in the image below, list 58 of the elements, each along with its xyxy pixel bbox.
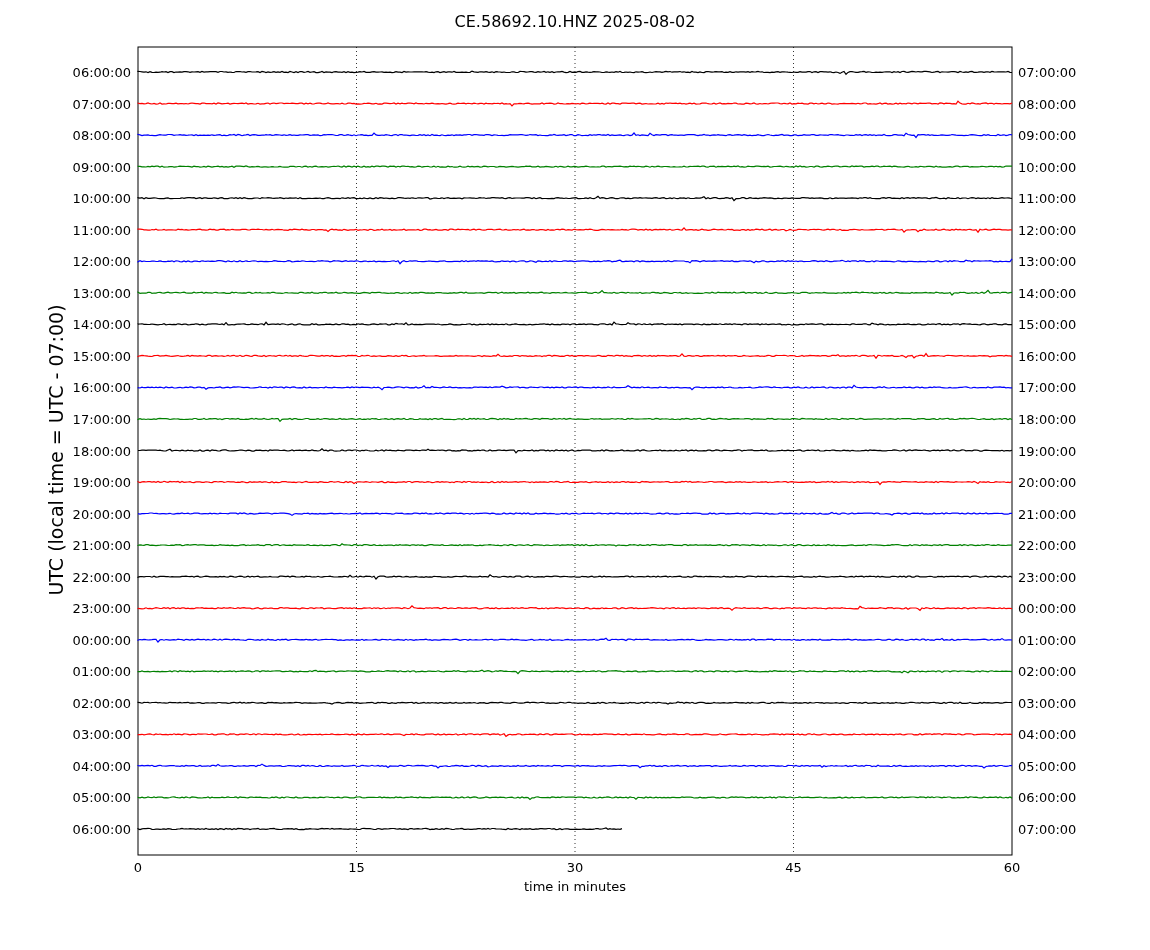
local-hour-label: 03:00:00 [1018, 695, 1077, 711]
utc-hour-label: 02:00:00 [72, 695, 131, 711]
utc-hour-label: 03:00:00 [72, 727, 131, 743]
utc-hour-label: 00:00:00 [72, 632, 131, 648]
utc-hour-label: 23:00:00 [72, 601, 131, 617]
utc-hour-label: 06:00:00 [72, 65, 131, 80]
local-hour-label: 01:00:00 [1018, 632, 1077, 648]
local-hour-label: 17:00:00 [1018, 380, 1077, 396]
utc-hour-label: 07:00:00 [72, 96, 131, 112]
utc-hour-label: 19:00:00 [72, 475, 131, 491]
utc-hour-label: 16:00:00 [72, 380, 131, 396]
local-hour-label: 19:00:00 [1018, 443, 1077, 459]
utc-hour-label: 14:00:00 [72, 317, 131, 333]
local-hour-label: 13:00:00 [1018, 254, 1077, 270]
local-hour-label: 09:00:00 [1018, 128, 1077, 144]
local-hour-label: 04:00:00 [1018, 727, 1077, 743]
local-hour-label: 02:00:00 [1018, 664, 1077, 680]
x-tick-label: 15 [348, 860, 365, 875]
utc-hour-label: 06:00:00 [72, 822, 131, 837]
local-hour-label: 08:00:00 [1018, 96, 1077, 112]
local-hour-label: 18:00:00 [1018, 411, 1077, 427]
local-hour-label: 15:00:00 [1018, 317, 1077, 333]
x-axis-label: time in minutes [523, 879, 627, 894]
plot-title: CE.58692.10.HNZ 2025-08-02 [454, 12, 696, 31]
utc-hour-label: 20:00:00 [72, 506, 131, 522]
utc-hour-label: 21:00:00 [72, 538, 131, 554]
y-axis-label: UTC (local time = UTC - 07:00) [45, 304, 67, 596]
utc-hour-label: 17:00:00 [72, 411, 131, 427]
utc-hour-label: 11:00:00 [72, 222, 131, 238]
local-hour-label: 11:00:00 [1018, 191, 1077, 207]
local-hour-label: 22:00:00 [1018, 538, 1077, 554]
utc-hour-label: 12:00:00 [72, 254, 131, 270]
local-hour-label: 06:00:00 [1018, 790, 1077, 806]
local-hour-label: 10:00:00 [1018, 159, 1077, 175]
utc-hour-label: 10:00:00 [72, 191, 131, 207]
utc-hour-label: 13:00:00 [72, 285, 131, 301]
utc-hour-label: 15:00:00 [72, 348, 131, 364]
local-hour-label: 12:00:00 [1018, 222, 1077, 238]
utc-hour-label: 08:00:00 [72, 128, 131, 144]
local-hour-label: 16:00:00 [1018, 348, 1077, 364]
utc-hour-label: 09:00:00 [72, 159, 131, 175]
local-hour-label: 14:00:00 [1018, 285, 1077, 301]
local-hour-label: 23:00:00 [1018, 569, 1077, 585]
local-hour-label: 20:00:00 [1018, 475, 1077, 491]
utc-hour-label: 04:00:00 [72, 758, 131, 774]
x-tick-label: 0 [133, 860, 143, 875]
utc-hour-label: 22:00:00 [72, 569, 131, 585]
local-hour-label: 00:00:00 [1018, 601, 1077, 617]
utc-hour-label: 18:00:00 [72, 443, 131, 459]
x-tick-label: 45 [785, 860, 802, 875]
local-hour-label: 07:00:00 [1018, 822, 1077, 837]
local-hour-label: 21:00:00 [1018, 506, 1077, 522]
utc-hour-label: 01:00:00 [72, 664, 131, 680]
local-hour-label: 07:00:00 [1018, 65, 1077, 80]
utc-hour-label: 05:00:00 [72, 790, 131, 806]
x-tick-label: 60 [1003, 860, 1021, 875]
local-hour-label: 05:00:00 [1018, 758, 1077, 774]
x-tick-label: 30 [566, 860, 584, 875]
